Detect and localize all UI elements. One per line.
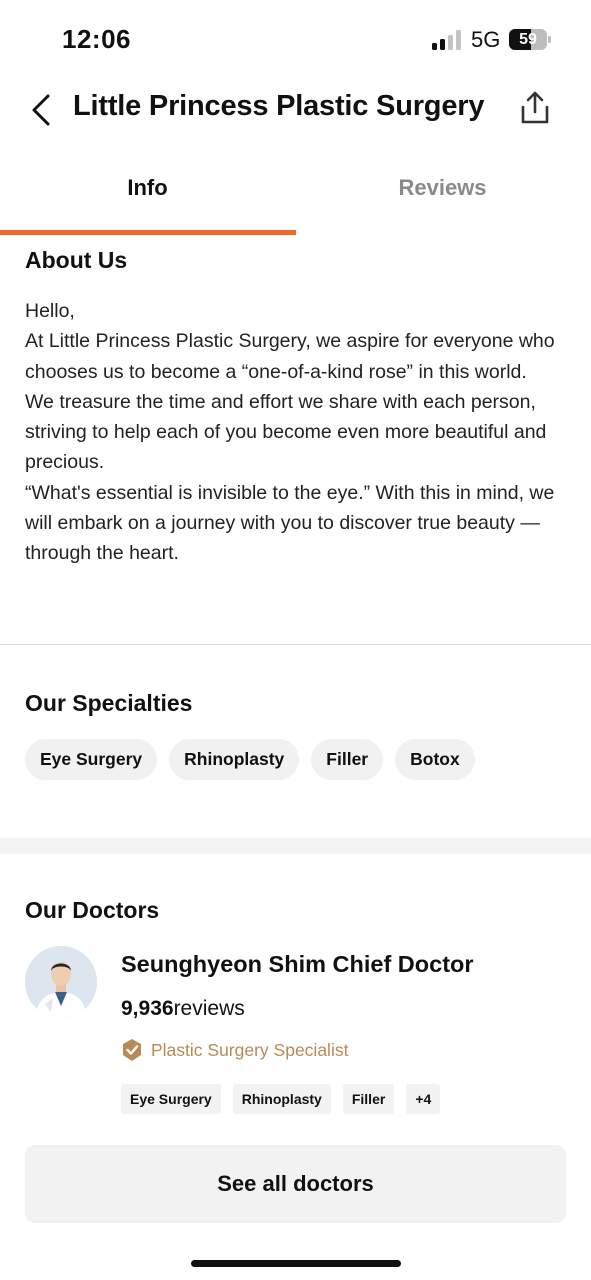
divider: [0, 644, 591, 645]
tab-info[interactable]: Info: [0, 160, 295, 220]
doctor-tags: Eye Surgery Rhinoplasty Filler +4: [121, 1084, 441, 1114]
battery-icon: 59: [509, 29, 551, 51]
specialist-badge: Plastic Surgery Specialist: [121, 1038, 348, 1062]
doctor-avatar[interactable]: [25, 946, 97, 1018]
doctor-tag: Eye Surgery: [121, 1084, 221, 1114]
review-count-number: 9,936: [121, 997, 174, 1020]
review-count-label: reviews: [173, 997, 245, 1020]
doctor-tag-more[interactable]: +4: [406, 1084, 441, 1114]
home-indicator: [191, 1260, 401, 1267]
section-separator: [0, 838, 591, 854]
battery-percent: 59: [519, 31, 537, 48]
header: Little Princess Plastic Surgery: [0, 80, 591, 140]
share-icon[interactable]: [518, 90, 552, 126]
page-title: Little Princess Plastic Surgery: [73, 90, 485, 122]
chevron-left-icon[interactable]: [26, 92, 56, 128]
about-paragraph: We treasure the time and effort we share…: [25, 390, 547, 474]
doctor-tag: Filler: [342, 1084, 395, 1114]
specialty-chip[interactable]: Filler: [311, 739, 384, 780]
specialty-chip[interactable]: Botox: [395, 739, 475, 780]
status-time: 12:06: [62, 24, 131, 54]
doctor-photo: [25, 946, 97, 1018]
specialties-title: Our Specialties: [25, 690, 193, 716]
doctor-tag: Rhinoplasty: [232, 1084, 331, 1114]
verified-badge-icon: [123, 1039, 141, 1061]
about-text: Hello, At Little Princess Plastic Surger…: [25, 296, 575, 569]
about-paragraph: “What's essential is invisible to the ey…: [25, 481, 555, 565]
doctor-review-count: 9,936reviews: [121, 997, 245, 1021]
about-title: About Us: [25, 247, 128, 273]
tab-bar: Info Reviews: [0, 160, 591, 236]
network-label: 5G: [471, 27, 501, 52]
active-tab-indicator: [0, 230, 296, 235]
doctors-title: Our Doctors: [25, 897, 160, 923]
tab-reviews[interactable]: Reviews: [295, 160, 590, 220]
about-paragraph: Hello,: [25, 300, 75, 322]
specialist-text: Plastic Surgery Specialist: [151, 1039, 349, 1060]
specialties-chips: Eye Surgery Rhinoplasty Filler Botox: [25, 739, 475, 780]
specialty-chip[interactable]: Eye Surgery: [25, 739, 158, 780]
about-paragraph: At Little Princess Plastic Surgery, we a…: [25, 330, 555, 383]
specialty-chip[interactable]: Rhinoplasty: [169, 739, 300, 780]
see-all-doctors-button[interactable]: See all doctors: [25, 1145, 566, 1223]
signal-icon: [432, 30, 461, 50]
status-bar: 12:06 5G 59: [0, 0, 591, 80]
doctor-name[interactable]: Seunghyeon Shim Chief Doctor: [121, 951, 474, 978]
